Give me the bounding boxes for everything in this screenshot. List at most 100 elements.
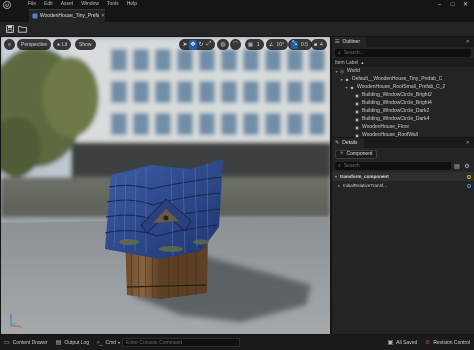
actor-icon: ◆ xyxy=(350,84,354,90)
expand-arrow-icon: ▾ xyxy=(335,174,338,179)
lighting-mode-button[interactable]: ● Lit xyxy=(53,39,72,50)
details-top-row: + Component xyxy=(332,148,474,160)
view-mode-button[interactable]: Perspective xyxy=(17,39,52,50)
outliner-row[interactable]: ▣ Building_WindowCircle_Dark4 xyxy=(332,115,474,123)
window-controls: – □ ✕ xyxy=(433,0,472,9)
save-icon[interactable] xyxy=(4,24,15,35)
world-space-icon: ◍ xyxy=(220,42,226,48)
details-close-icon[interactable]: ✕ xyxy=(466,140,470,146)
tab-close-icon[interactable]: ✕ xyxy=(101,13,105,19)
outliner-row[interactable]: ▣ Building_WindowCircle_Bright4 xyxy=(332,99,474,107)
main-toolbar xyxy=(0,22,474,37)
outliner-row[interactable]: ▾ ◎ World xyxy=(332,67,474,75)
document-tab[interactable]: WoodenHouse_Tiny_Prefab ✕ xyxy=(29,9,105,22)
viewport-options-button[interactable]: ≡ xyxy=(4,39,15,50)
add-component-button[interactable]: + Component xyxy=(335,149,378,159)
search-icon: ⌕ xyxy=(338,49,341,56)
camera-speed-value: 4 xyxy=(320,41,323,48)
outliner-column-header[interactable]: Item Label ▲ xyxy=(332,58,474,67)
document-tab-label: WoodenHouse_Tiny_Prefab xyxy=(39,13,99,19)
settings-gear-icon[interactable]: ⚙ xyxy=(463,163,471,170)
status-bar: ▭ Content Drawer ▤ Output Log ›_ Cmd ▾ ▣… xyxy=(0,335,474,350)
scale-snap-button[interactable]: ⤡ 0.5 xyxy=(288,39,312,50)
outliner-row[interactable]: ▣ WoodenHouse_Floor xyxy=(332,123,474,131)
menu-edit[interactable]: Edit xyxy=(40,0,57,9)
details-tab[interactable]: ✎ Details xyxy=(332,138,364,148)
outliner-row[interactable]: ▣ Building_WindowCircle_Bright2 xyxy=(332,91,474,99)
revision-control-button[interactable]: ⊘ Revision Control xyxy=(421,335,474,350)
outliner-search-row: ⌕ xyxy=(332,47,474,58)
property-matrix-icon[interactable]: ▤ xyxy=(453,163,461,170)
lighting-mode-label: Lit xyxy=(62,41,68,48)
show-label: Show xyxy=(79,41,92,48)
surface-snap-button[interactable]: ⌒ xyxy=(230,39,242,50)
scale-snap-value: 0.5 xyxy=(301,41,308,48)
maximize-icon[interactable]: □ xyxy=(446,0,459,9)
view-mode-label: Perspective xyxy=(21,41,48,48)
outliner-row-label: WoodenHouse_RoofSmall_Prefab_C_2 xyxy=(357,84,446,90)
details-search: ⌕ xyxy=(335,162,451,170)
outliner-row-label: World xyxy=(347,68,360,74)
outliner-row[interactable]: ▣ Building_WindowCircle_Dark2 xyxy=(332,107,474,115)
outliner-row-label: WoodenHouse_Floor xyxy=(362,124,410,130)
status-right-group: ▣ All Saved ⊘ Revision Control xyxy=(383,335,474,350)
menu-tools[interactable]: Tools xyxy=(103,0,123,9)
output-log-label: Output Log xyxy=(64,339,90,346)
console-command-field xyxy=(122,338,241,347)
outliner-tab[interactable]: ☰ Outliner xyxy=(332,37,366,47)
coordinate-space-button[interactable]: ◍ xyxy=(217,39,229,50)
transform-component-section[interactable]: ▾ transform_component xyxy=(332,172,474,181)
details-search-input[interactable] xyxy=(343,163,448,169)
output-log-button[interactable]: ▤ Output Log xyxy=(52,335,93,350)
initial-relative-transform-row[interactable]: ▸ InitialRelativeTransf... xyxy=(332,181,474,190)
grid-snap-icon: ▦ xyxy=(248,41,253,48)
angle-snap-icon: ∠ xyxy=(269,41,274,48)
menu-help[interactable]: Help xyxy=(123,0,141,9)
menu-asset[interactable]: Asset xyxy=(57,0,78,9)
static-mesh-icon: ▣ xyxy=(355,116,359,122)
cmd-dropdown[interactable]: ›_ Cmd ▾ xyxy=(93,335,120,350)
menu-window[interactable]: Window xyxy=(77,0,103,9)
content-drawer-icon: ▭ xyxy=(4,340,10,346)
output-log-icon: ▤ xyxy=(55,340,62,346)
level-viewport[interactable]: ≡ Perspective ● Lit Show ➤ ✥ ↻ ⤢ ◍ ⌒ ▦ 1 xyxy=(1,37,330,334)
content-drawer-button[interactable]: ▭ Content Drawer xyxy=(0,335,52,350)
browse-folder-icon[interactable] xyxy=(17,24,28,35)
section-label: transform_component xyxy=(340,174,389,179)
outliner-search-input[interactable] xyxy=(343,49,468,56)
translate-tool-icon[interactable]: ✥ xyxy=(189,39,197,50)
scale-tool-icon[interactable]: ⤢ xyxy=(205,40,213,50)
outliner-row-label: Building_WindowCircle_Dark2 xyxy=(362,108,430,114)
select-mode-icon[interactable]: ➤ xyxy=(181,40,189,50)
outliner-row[interactable]: ▾ ◆ WoodenHouse_RoofSmall_Prefab_C_2 xyxy=(332,83,474,91)
unreal-logo-icon[interactable] xyxy=(0,0,14,9)
menu-file[interactable]: File xyxy=(24,0,40,9)
details-icon: ✎ xyxy=(335,140,340,146)
saved-icon: ▣ xyxy=(387,340,394,346)
save-status-button[interactable]: ▣ All Saved xyxy=(383,335,421,350)
sort-ascending-icon: ▲ xyxy=(360,60,365,65)
camera-speed-button[interactable]: ■ 4 xyxy=(311,39,327,50)
minimize-icon[interactable]: – xyxy=(433,0,446,9)
camera-icon: ■ xyxy=(314,41,318,48)
static-mesh-icon: ▣ xyxy=(355,100,359,106)
outliner-close-icon[interactable]: ✕ xyxy=(466,39,470,45)
item-label-column: Item Label xyxy=(335,59,359,66)
property-label: InitialRelativeTransf... xyxy=(343,183,388,188)
cmd-label: Cmd xyxy=(105,339,117,346)
outliner-icon: ☰ xyxy=(335,39,340,45)
rotate-tool-icon[interactable]: ↻ xyxy=(197,40,205,50)
outliner-row-label: Building_WindowCircle_Bright4 xyxy=(362,100,432,106)
outliner-row[interactable]: ▾ ◆ Default__WoodenHouse_Tiny_Prefab_C xyxy=(332,75,474,83)
section-status-icon xyxy=(467,174,471,179)
close-window-icon[interactable]: ✕ xyxy=(459,0,472,9)
console-command-input[interactable] xyxy=(126,339,237,346)
static-mesh-icon: ▣ xyxy=(355,108,359,114)
property-status-icon xyxy=(467,183,471,188)
show-flags-button[interactable]: Show xyxy=(75,39,96,50)
actor-icon: ◆ xyxy=(345,76,349,82)
angle-snap-button[interactable]: ∠ 10° xyxy=(266,39,289,50)
outliner-row-label: Building_WindowCircle_Dark4 xyxy=(362,116,430,122)
outliner-panel: ☰ Outliner ✕ ⌕ Item Label ▲ ▾◎World▾◆Def… xyxy=(332,37,474,138)
grid-snap-button[interactable]: ▦ 1 xyxy=(245,39,264,50)
